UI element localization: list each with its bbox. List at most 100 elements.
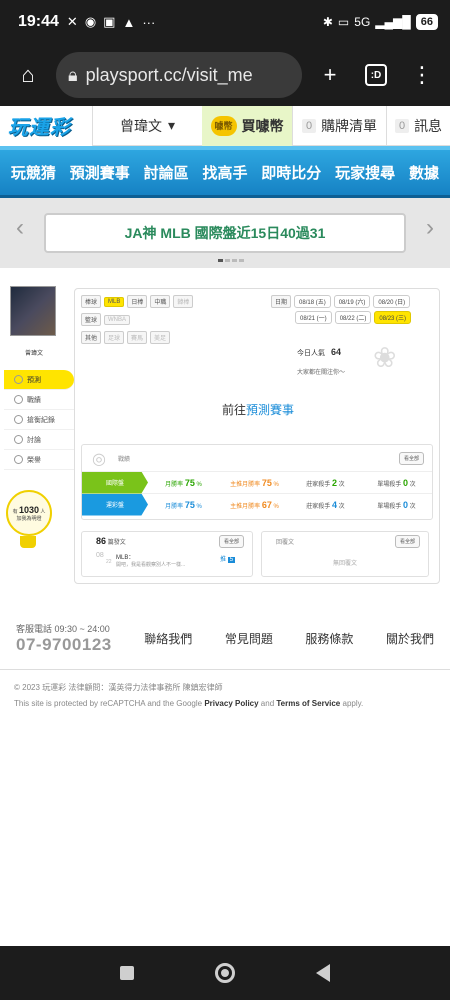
tag-soccer[interactable]: 足球 [104, 331, 125, 344]
footer-link-contact[interactable]: 聯絡我們 [144, 630, 192, 647]
record-view-all-button[interactable]: 看全部 [398, 452, 424, 465]
user-menu[interactable]: 曾瑋文 ▾ [92, 105, 202, 146]
url-bar[interactable]: 🔒︎ playsport.cc/visit_me [56, 52, 302, 98]
tag-nfl[interactable]: 美足 [150, 331, 171, 344]
profile-sidebar: 預測 戰績 搶衡紀錄 討論 榮譽 [4, 370, 74, 470]
sidebar-item-honor[interactable]: 榮譽 [4, 450, 74, 470]
post-item[interactable]: MLB： 開吧，我是看觀察別人不一樣... [116, 552, 216, 568]
carousel-dot[interactable] [232, 259, 237, 262]
carousel-dot[interactable] [239, 259, 244, 262]
sidebar-item-predict[interactable]: 預測 [4, 370, 74, 390]
footer-row: 客服電話 09:30 ~ 24:00 07-9700123 聯絡我們 常見問題 … [16, 622, 434, 655]
more-notifications-icon: ··· [142, 14, 156, 30]
msg-label: 訊息 [414, 117, 443, 134]
date-0823[interactable]: 08/23 (三) [374, 311, 412, 324]
cart-button[interactable]: 0 購牌清單 [292, 105, 386, 146]
system-nav-bar [0, 946, 450, 1000]
sidebar-item-record[interactable]: 戰績 [4, 390, 74, 410]
replies-view-all-button[interactable]: 看全部 [394, 535, 420, 548]
chevron-left-icon[interactable]: ‹ [16, 214, 24, 242]
goto-prefix: 前往 [221, 403, 246, 417]
win-label: 月勝率 [165, 481, 184, 488]
tag-npb[interactable]: 日棒 [127, 295, 148, 308]
push-label: 推 [220, 557, 227, 563]
messages-button[interactable]: 0 訊息 [386, 105, 450, 146]
main-value: 67 [261, 499, 272, 510]
banner-carousel: ‹ JA神 MLB 國際盤近15日40過31 › [0, 198, 450, 268]
home-button-icon[interactable] [214, 963, 235, 983]
new-tab-icon[interactable]: + [312, 57, 348, 93]
site-header: 玩運彩 曾瑋文 ▾ 噱幣 買噱幣 0 購牌清單 0 訊息 [0, 105, 450, 146]
footer-link-terms[interactable]: 服務條款 [305, 630, 353, 647]
status-icons-left: ✕ ◉ ▣ ▲ ··· [67, 14, 155, 30]
nav-item-experts[interactable]: 找高手 [202, 162, 247, 183]
date-row-2: 08/21 (一) 08/22 (二) 08/23 (三) [295, 311, 412, 324]
banner-card[interactable]: JA神 MLB 國際盤近15日40過31 [44, 213, 406, 253]
phone-number[interactable]: 07-9700123 [16, 635, 112, 655]
record-row-label: 運彩盤 [82, 493, 148, 516]
nav-item-predict[interactable]: 預測賽事 [70, 162, 130, 183]
posts-view-all-button[interactable]: 看全部 [218, 535, 244, 548]
tag-kbo[interactable]: 韓棒 [173, 295, 194, 308]
footer-link-faq[interactable]: 常見問題 [225, 630, 273, 647]
date-0819[interactable]: 08/19 (六) [333, 295, 371, 308]
tag-horse[interactable]: 賽馬 [127, 331, 148, 344]
bulb-base-icon [20, 536, 36, 548]
streak-label: 莊家殺手 [306, 503, 331, 510]
record-row-intl: 國際盤 月勝率 75 % 主推月勝率 75 % 莊家殺手 2 次 單場殺手 0 … [82, 471, 432, 494]
main-value: 75 [261, 477, 272, 488]
site-logo[interactable]: 玩運彩 [0, 105, 92, 146]
carousel-dot[interactable] [218, 259, 223, 262]
posts-header: 86 篇發文 [96, 536, 126, 546]
record-cell: 主推月勝率 75 % [219, 478, 290, 488]
date-0818[interactable]: 08/18 (五) [294, 295, 331, 308]
tag-cpbl[interactable]: 中職 [150, 295, 171, 308]
category-label: 其他 [81, 331, 102, 344]
home-icon[interactable]: ⌂ [10, 57, 46, 93]
date-0820[interactable]: 08/20 (日) [373, 295, 411, 308]
footer-link-about[interactable]: 關於我們 [386, 630, 434, 647]
chevron-right-icon[interactable]: › [426, 214, 434, 242]
sidebar-item-label: 搶衡紀錄 [27, 416, 55, 424]
alliance-icon [14, 415, 23, 424]
win-value: 75 [184, 477, 195, 488]
date-0822[interactable]: 08/22 (二) [334, 311, 372, 324]
tag-mlb[interactable]: MLB [104, 296, 125, 307]
mascot-icon: ❀ [373, 342, 397, 373]
menu-icon[interactable]: ⋮ [404, 57, 440, 93]
sidebar-item-label: 預測 [27, 376, 41, 384]
like-bulb[interactable]: 有 1030 人 加我為明燈 [6, 490, 52, 536]
nav-item-livescore[interactable]: 即時比分 [261, 162, 321, 183]
recents-icon[interactable] [120, 966, 135, 980]
coin-button[interactable]: 噱幣 買噱幣 [202, 105, 292, 146]
push-count: 5 [227, 557, 236, 563]
predict-panel: 棒球 MLB 日棒 中職 韓棒 籃球 WNBA 其他 足球 賽馬 美足 日期 0… [74, 288, 440, 584]
nav-item-forum[interactable]: 討論區 [144, 162, 189, 183]
nav-item-player-search[interactable]: 玩家搜尋 [335, 162, 395, 183]
privacy-policy-link[interactable]: Privacy Policy [204, 699, 258, 708]
status-time: 19:44 [18, 13, 59, 30]
sidebar-item-discussion[interactable]: 討論 [4, 430, 74, 450]
sidebar-item-alliance[interactable]: 搶衡紀錄 [4, 410, 74, 430]
replies-card: 回覆文 看全部 無回覆文 [261, 531, 429, 577]
pop-note: 大家都在關注你～ [297, 370, 346, 376]
win-label: 月勝率 [165, 503, 184, 510]
goto-predict-link[interactable]: 預測賽事 [246, 403, 294, 417]
record-icon [14, 395, 23, 404]
date-0821[interactable]: 08/21 (一) [295, 311, 332, 324]
tab-switcher-button[interactable]: :D [358, 57, 394, 93]
streak-value: 2 [331, 477, 337, 488]
carousel-dot[interactable] [225, 259, 230, 262]
back-icon[interactable] [315, 964, 330, 982]
tag-wnba[interactable]: WNBA [104, 314, 131, 325]
main-label: 主推月勝率 [230, 481, 261, 488]
main-nav: 玩競猜 預測賽事 討論區 找高手 即時比分 玩家搜尋 數據 [0, 146, 450, 198]
copyright-section: © 2023 玩運彩 法律顧問：漢英得力法律事務所 陳鎮宏律師 This sit… [0, 669, 450, 722]
record-row-label: 國際盤 [82, 471, 148, 494]
sidebar-item-label: 戰績 [27, 396, 41, 404]
nav-item-data[interactable]: 數據 [409, 162, 439, 183]
nav-item-guess[interactable]: 玩競猜 [11, 162, 56, 183]
terms-of-service-link[interactable]: Terms of Service [276, 699, 340, 708]
and-text: and [258, 699, 277, 708]
sidebar-item-label: 榮譽 [27, 456, 41, 464]
